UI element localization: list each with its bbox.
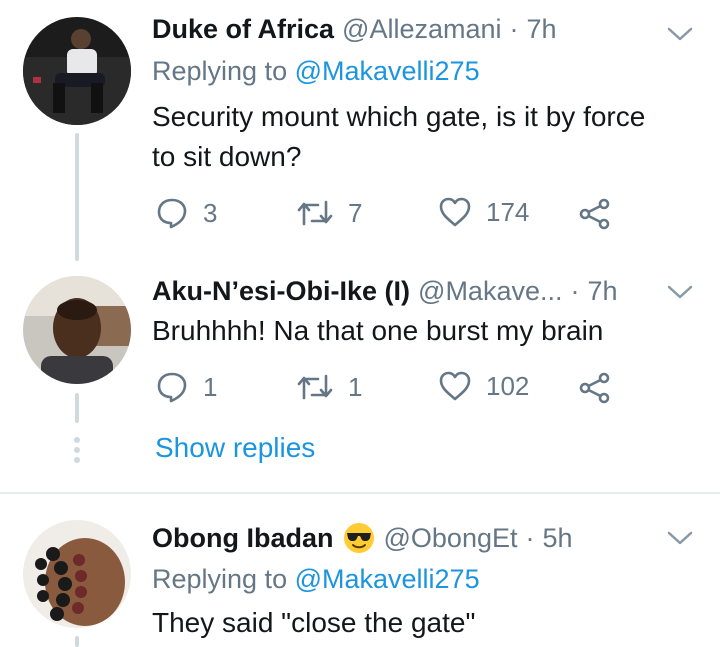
heart-icon <box>439 371 471 401</box>
reply-icon <box>157 198 187 229</box>
tweet-text: They said "close the gate" <box>152 607 476 638</box>
reply-action[interactable]: 3 <box>155 196 217 230</box>
thread-line <box>75 133 79 261</box>
cool-sunglasses-emoji-icon <box>343 523 374 553</box>
like-count: 174 <box>486 196 530 227</box>
tweet-text: Bruhhhh! Na that one burst my brain <box>152 315 604 346</box>
separator-dot: · <box>525 522 535 553</box>
thread-line <box>75 636 79 647</box>
mention-link[interactable]: @Makavelli275 <box>295 564 480 594</box>
retweet-count: 7 <box>348 197 363 228</box>
chevron-down-icon[interactable] <box>666 528 694 548</box>
more-dots-icon <box>74 437 80 463</box>
reply-count: 1 <box>203 371 218 402</box>
heart-icon <box>439 197 471 227</box>
avatar-duke-of-africa[interactable] <box>23 17 131 125</box>
separator-dot: · <box>570 276 580 306</box>
display-name[interactable]: Obong Ibadan <box>152 523 334 554</box>
separator-dot: · <box>509 14 519 44</box>
share-icon[interactable] <box>578 372 612 404</box>
like-count: 102 <box>486 370 530 401</box>
timestamp[interactable]: 7h <box>587 276 617 307</box>
chevron-down-icon[interactable] <box>666 282 694 302</box>
replying-to-prefix: Replying to <box>152 564 295 594</box>
user-handle[interactable]: @ObongEt <box>384 523 518 554</box>
tweet-text-line: Security mount which gate, is it by forc… <box>152 101 646 132</box>
replying-to: Replying to @Makavelli275 <box>152 564 480 595</box>
retweet-count: 1 <box>348 371 363 402</box>
like-action[interactable]: 174 <box>438 196 529 228</box>
mention-link[interactable]: @Makavelli275 <box>295 56 480 86</box>
retweet-icon <box>297 374 333 400</box>
avatar-obong-ibadan[interactable] <box>23 520 131 628</box>
divider <box>0 492 720 494</box>
like-action[interactable]: 102 <box>438 370 529 402</box>
share-icon[interactable] <box>578 198 612 230</box>
reply-action[interactable]: 1 <box>155 370 217 404</box>
tweet-text-line: to sit down? <box>152 141 302 172</box>
display-name[interactable]: Aku-N’esi-Obi-Ike (I) <box>152 276 410 307</box>
replying-to: Replying to @Makavelli275 <box>152 56 480 87</box>
retweet-action[interactable]: 1 <box>296 370 362 404</box>
user-handle[interactable]: @Makave... <box>418 276 562 307</box>
thread-line <box>75 393 79 423</box>
user-handle[interactable]: @Allezamani <box>342 14 501 45</box>
replying-to-prefix: Replying to <box>152 56 295 86</box>
avatar-aku-nesi-obi-ike[interactable] <box>23 276 131 384</box>
retweet-icon <box>297 200 333 226</box>
show-replies-link[interactable]: Show replies <box>155 432 315 464</box>
retweet-action[interactable]: 7 <box>296 196 362 230</box>
reply-icon <box>157 372 187 403</box>
display-name[interactable]: Duke of Africa <box>152 14 334 45</box>
tweet-text: Security mount which gate, is it by forc… <box>152 97 645 177</box>
chevron-down-icon[interactable] <box>666 24 694 44</box>
timestamp[interactable]: 5h <box>543 523 573 554</box>
reply-count: 3 <box>203 197 218 228</box>
timestamp[interactable]: 7h <box>527 14 557 45</box>
